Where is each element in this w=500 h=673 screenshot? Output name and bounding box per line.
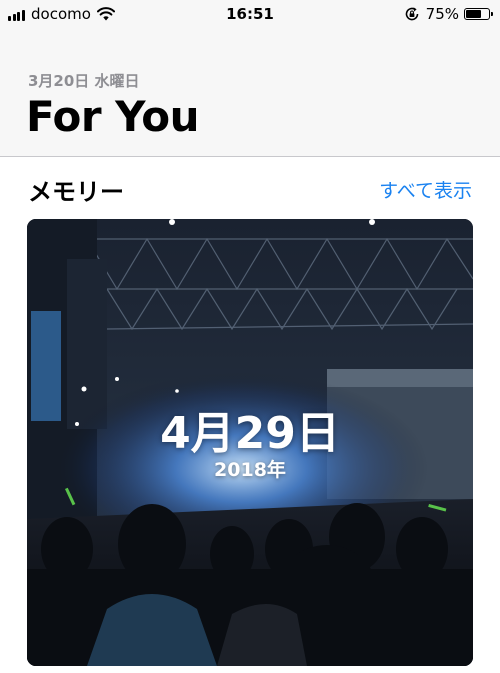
see-all-button[interactable]: すべて表示 (379, 176, 472, 203)
memory-card[interactable]: 4月29日 2018年 (27, 219, 473, 666)
page-header: 3月20日 水曜日 For You (0, 30, 500, 157)
rotation-lock-icon (405, 7, 418, 21)
battery-fill (466, 10, 481, 18)
page-title: For You (26, 92, 200, 141)
date-label: 3月20日 水曜日 (28, 72, 140, 90)
memory-date: 4月29日 (160, 408, 340, 459)
battery-icon (464, 8, 493, 20)
battery-percent: 75% (425, 5, 459, 23)
memory-year: 2018年 (214, 459, 286, 481)
status-bar: docomo 16:51 75% (0, 0, 500, 30)
memories-section-title: メモリー (28, 178, 124, 206)
status-right: 75% (404, 5, 493, 23)
